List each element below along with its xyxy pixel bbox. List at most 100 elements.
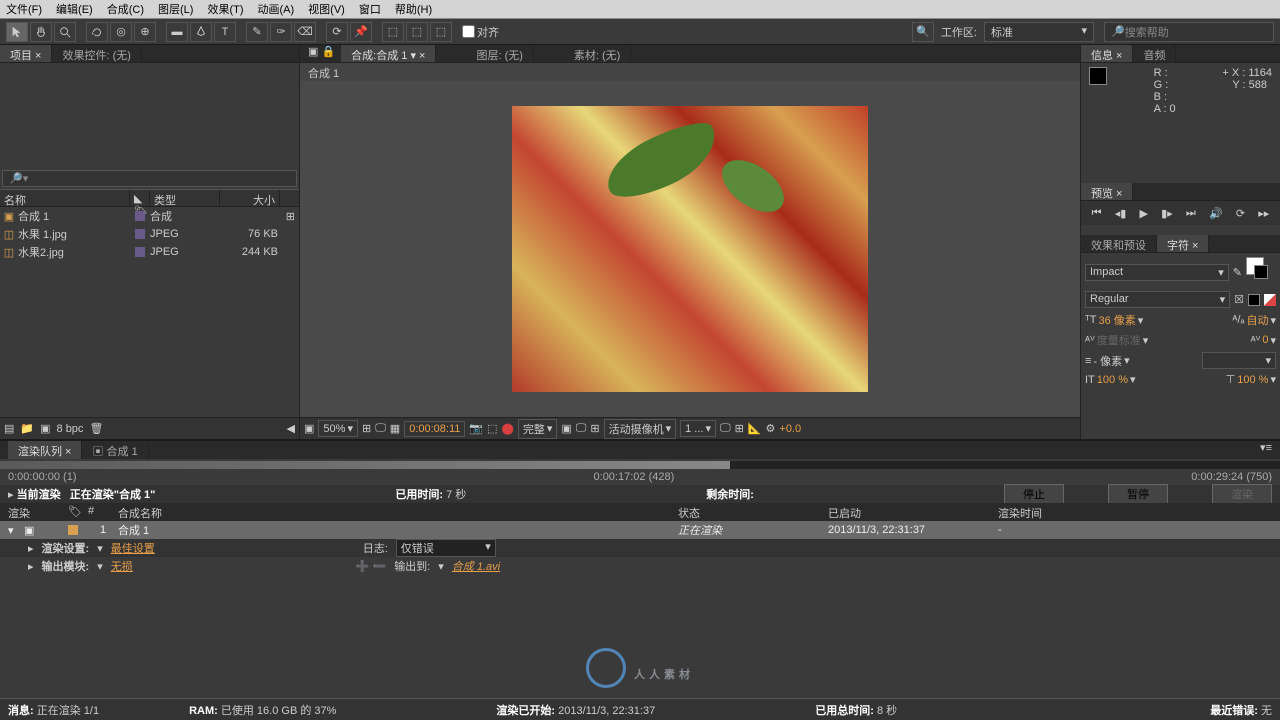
roto-tool[interactable]: ⟳ bbox=[326, 22, 348, 42]
clone-tool[interactable]: ✑ bbox=[270, 22, 292, 42]
panel-menu-icon[interactable]: ▾≡ bbox=[1260, 441, 1272, 459]
kerning[interactable]: 度量标准 bbox=[1097, 332, 1141, 348]
ram-preview-icon[interactable]: ▸▸ bbox=[1258, 207, 1269, 220]
tab-info[interactable]: 信息 × bbox=[1081, 45, 1133, 62]
folder-icon[interactable]: 📁 bbox=[20, 422, 34, 435]
axis-local[interactable]: ⬚ bbox=[382, 22, 404, 42]
menu-view[interactable]: 视图(V) bbox=[308, 1, 345, 17]
scroll-left-icon[interactable]: ◀ bbox=[287, 422, 295, 435]
output-module-link[interactable]: 无损 bbox=[111, 558, 133, 574]
tab-render-queue[interactable]: 渲染队列 × bbox=[8, 441, 82, 459]
quality-select[interactable]: 完整▾ bbox=[518, 419, 558, 439]
stroke-color[interactable] bbox=[1254, 265, 1268, 279]
menu-animation[interactable]: 动画(A) bbox=[258, 1, 295, 17]
always-preview-icon[interactable]: ▣ bbox=[304, 422, 314, 435]
menu-file[interactable]: 文件(F) bbox=[6, 1, 42, 17]
camera-select[interactable]: 活动摄像机▾ bbox=[604, 419, 677, 439]
menu-composition[interactable]: 合成(C) bbox=[107, 1, 144, 17]
workspace-select[interactable]: 标准▾ bbox=[984, 22, 1094, 42]
tab-layer[interactable]: 图层: (无) bbox=[466, 45, 533, 62]
camera-tool[interactable]: ◎ bbox=[110, 22, 132, 42]
interpret-icon[interactable]: ▤ bbox=[4, 422, 14, 435]
anchor-tool[interactable]: ⊕ bbox=[134, 22, 156, 42]
prev-frame-icon[interactable]: ◂▮ bbox=[1115, 207, 1127, 220]
header-tag[interactable]: ◣ 🏷 bbox=[130, 190, 150, 206]
header-num[interactable]: # bbox=[88, 503, 118, 521]
tab-effect-controls[interactable]: 效果控件: (无) bbox=[52, 45, 141, 62]
pause-button[interactable]: 暂停 bbox=[1108, 484, 1168, 504]
safe-zones-icon[interactable]: 🖵 bbox=[375, 422, 386, 435]
viewer[interactable] bbox=[300, 81, 1080, 417]
hand-tool[interactable] bbox=[30, 22, 52, 42]
zoom-tool[interactable] bbox=[54, 22, 76, 42]
next-frame-icon[interactable]: ▮▸ bbox=[1161, 207, 1173, 220]
zoom-select[interactable]: 50%▾ bbox=[318, 420, 358, 437]
bpc-button[interactable]: 8 bpc bbox=[57, 423, 84, 435]
search-help-input[interactable]: 🔎 搜索帮助 bbox=[1104, 22, 1274, 42]
menu-effect[interactable]: 效果(T) bbox=[207, 1, 243, 17]
stroke-width[interactable]: - 像素 bbox=[1093, 353, 1122, 369]
item-tag[interactable] bbox=[130, 229, 150, 239]
loop-icon[interactable]: ⟳ bbox=[1236, 207, 1245, 220]
project-search[interactable]: 🔎▾ bbox=[2, 170, 297, 187]
rectangle-tool[interactable]: ▬ bbox=[166, 22, 188, 42]
align-checkbox[interactable] bbox=[462, 25, 475, 38]
header-started[interactable]: 已启动 bbox=[828, 503, 998, 521]
font-style-select[interactable]: Regular▾ bbox=[1085, 291, 1230, 308]
render-queue-item[interactable]: ▾ ▣ 1 合成 1 正在渲染 2013/11/3, 22:31:37 - bbox=[0, 521, 1280, 539]
header-type[interactable]: 类型 bbox=[150, 190, 220, 206]
menu-window[interactable]: 窗口 bbox=[359, 1, 381, 17]
comp-new-icon[interactable]: ▣ bbox=[40, 422, 50, 435]
pen-tool[interactable] bbox=[190, 22, 212, 42]
render-settings-link[interactable]: 最佳设置 bbox=[111, 540, 155, 556]
tab-audio[interactable]: 音频 bbox=[1133, 45, 1176, 62]
channel-icon[interactable]: ⬤ bbox=[502, 422, 514, 435]
project-item[interactable]: ▣ 合成 1 合成 ⊞ bbox=[0, 207, 299, 225]
item-tag[interactable] bbox=[130, 247, 150, 257]
trash-icon[interactable]: 🗑 bbox=[89, 422, 103, 435]
output-file-link[interactable]: 合成 1.avi bbox=[452, 558, 500, 574]
selection-tool[interactable] bbox=[6, 22, 28, 42]
axis-world[interactable]: ⬚ bbox=[406, 22, 428, 42]
grid-icon[interactable]: ▦ bbox=[390, 422, 400, 435]
hscale[interactable]: 100 % bbox=[1237, 374, 1268, 386]
views-select[interactable]: 1 ...▾ bbox=[680, 420, 716, 437]
tab-effects-presets[interactable]: 效果和预设 bbox=[1081, 235, 1157, 252]
tab-comp[interactable]: 合成:合成 1 ▾ × bbox=[341, 45, 436, 62]
puppet-tool[interactable]: 📌 bbox=[350, 22, 372, 42]
snapshot-icon[interactable]: 📷 bbox=[469, 422, 483, 435]
tab-timeline-comp[interactable]: ▣ 合成 1 bbox=[82, 441, 148, 459]
play-icon[interactable]: ▶ bbox=[1139, 207, 1147, 220]
header-name[interactable]: 名称 bbox=[0, 190, 130, 206]
text-tool[interactable]: T bbox=[214, 22, 236, 42]
eyedropper-icon[interactable]: ✎ bbox=[1233, 266, 1242, 279]
menu-help[interactable]: 帮助(H) bbox=[395, 1, 432, 17]
last-frame-icon[interactable]: ⏭ bbox=[1186, 207, 1196, 220]
menu-layer[interactable]: 图层(L) bbox=[158, 1, 193, 17]
axis-view[interactable]: ⬚ bbox=[430, 22, 452, 42]
font-select[interactable]: Impact▾ bbox=[1085, 264, 1229, 281]
search-icon[interactable]: 🔍 bbox=[912, 22, 934, 42]
log-select[interactable]: 仅错误▾ bbox=[396, 539, 496, 557]
header-compname[interactable]: 合成名称 bbox=[118, 503, 678, 521]
font-size[interactable]: 36 像素 bbox=[1098, 312, 1135, 328]
menu-edit[interactable]: 编辑(E) bbox=[56, 1, 93, 17]
project-item[interactable]: ◫ 水果2.jpg JPEG 244 KB bbox=[0, 243, 299, 261]
tab-project[interactable]: 项目 × bbox=[0, 45, 52, 62]
exposure-value[interactable]: +0.0 bbox=[779, 423, 801, 435]
brush-tool[interactable]: ✎ bbox=[246, 22, 268, 42]
project-item[interactable]: ◫ 水果 1.jpg JPEG 76 KB bbox=[0, 225, 299, 243]
vscale[interactable]: 100 % bbox=[1097, 374, 1128, 386]
item-tag[interactable] bbox=[130, 211, 150, 221]
resolution-icon[interactable]: ⊞ bbox=[362, 422, 371, 435]
time-display[interactable]: 0:00:08:11 bbox=[404, 421, 465, 437]
header-rendertime[interactable]: 渲染时间 bbox=[998, 503, 1042, 521]
flowchart-icon[interactable]: ⊞ bbox=[286, 210, 295, 223]
lock-icon[interactable]: ▣ 🔒 bbox=[308, 45, 335, 62]
stop-button[interactable]: 停止 bbox=[1004, 484, 1064, 504]
tab-character[interactable]: 字符 × bbox=[1157, 235, 1209, 252]
header-size[interactable]: 大小 bbox=[220, 190, 280, 206]
mute-icon[interactable]: 🔊 bbox=[1209, 207, 1223, 220]
tracking[interactable]: 0 bbox=[1262, 334, 1268, 346]
leading[interactable]: 自动 bbox=[1246, 312, 1268, 328]
